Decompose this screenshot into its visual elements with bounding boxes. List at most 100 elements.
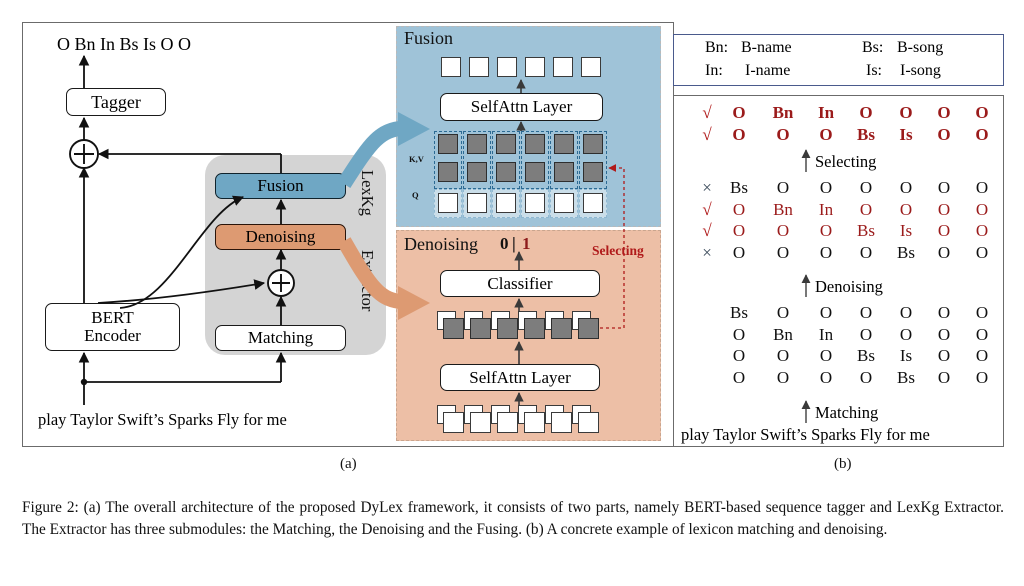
panel-b-denoised-row-cell: O bbox=[859, 178, 873, 197]
panel-b-final-row-cell: O bbox=[899, 103, 913, 122]
panel-b-denoised-row-cell: O bbox=[819, 221, 833, 240]
legend-full-isong: I-song bbox=[900, 62, 941, 79]
legend-abbr-bs: Bs: bbox=[862, 39, 884, 56]
denoising-logit-one: 1 bbox=[522, 234, 531, 253]
panel-b-final-row-mark: √ bbox=[702, 124, 712, 144]
classifier-label: Classifier bbox=[487, 273, 553, 293]
panel-b-denoised-row-mark: × bbox=[702, 242, 712, 262]
fusion-kv-square bbox=[583, 162, 603, 182]
panel-b-matched-row-cell: Bs bbox=[897, 367, 915, 387]
panel-b-denoised-row-cell: Bs bbox=[897, 242, 915, 262]
fusion-kv-square bbox=[438, 134, 458, 154]
panel-b-final-row-cell: O bbox=[732, 124, 746, 144]
panel-b-matched-row-cell: O bbox=[899, 303, 913, 322]
panel-b-denoised-row-cell: O bbox=[899, 199, 913, 219]
panel-b-denoised-row-cell: O bbox=[937, 199, 951, 219]
matching-module-box: Matching bbox=[215, 325, 346, 351]
fusion-module-box: Fusion bbox=[215, 173, 346, 199]
fusion-q-square bbox=[525, 193, 545, 213]
tagger-box: Tagger bbox=[66, 88, 166, 116]
legend-abbr-bn: Bn: bbox=[705, 39, 729, 56]
panel-b-denoised-row-cell: O bbox=[937, 221, 951, 240]
denoising-input-square-front bbox=[578, 412, 599, 433]
denoising-input-square-front bbox=[551, 412, 572, 433]
panel-b-final-row-cell: O bbox=[975, 124, 989, 144]
panel-b-denoised-row-cell: O bbox=[975, 221, 989, 240]
lexkg-label-line2: Extractor bbox=[358, 250, 377, 312]
panel-b-denoised-row-cell: Bs bbox=[730, 178, 748, 197]
fusion-panel-title: Fusion bbox=[404, 28, 454, 48]
input-sentence-a: play Taylor Swift’s Sparks Fly for me bbox=[38, 410, 287, 429]
panel-b-matched-row-cell: O bbox=[899, 324, 913, 344]
panel-b-final-row-cell: In bbox=[817, 103, 835, 122]
panel-b-denoised-row-cell: Is bbox=[899, 221, 913, 240]
fusion-output-square bbox=[553, 57, 573, 77]
panel-b-denoised-row-mark: √ bbox=[702, 199, 712, 219]
denoising-hidden-square-front bbox=[578, 318, 599, 339]
fusion-output-square bbox=[441, 57, 461, 77]
panel-b-denoised-row-cell: O bbox=[975, 199, 989, 219]
panel-b-matched-row-cell: O bbox=[937, 367, 951, 387]
fusion-kv-square bbox=[467, 134, 487, 154]
panel-b-denoised-row-mark: × bbox=[702, 178, 712, 197]
fusion-kv-square bbox=[496, 162, 516, 182]
denoising-hidden-square-front bbox=[524, 318, 545, 339]
panel-b-denoised-row-cell: O bbox=[975, 242, 989, 262]
panel-b-denoised-row-mark: √ bbox=[702, 221, 712, 240]
bert-encoder-label-line1: BERT bbox=[91, 308, 134, 328]
panel-b-denoised-row-cell: O bbox=[819, 242, 833, 262]
fusion-q-square bbox=[496, 193, 516, 213]
panel-b-matched-row-cell: O bbox=[975, 346, 989, 365]
panel-b-final-row-cell: Is bbox=[899, 124, 913, 144]
fusion-kv-square bbox=[496, 134, 516, 154]
legend-full-bname: B-name bbox=[741, 39, 792, 56]
denoising-panel-title: Denoising bbox=[404, 234, 478, 254]
bert-encoder-label-line2: Encoder bbox=[84, 326, 141, 345]
fusion-q-square bbox=[554, 193, 574, 213]
output-tag-sequence: O Bn In Bs Is O O bbox=[57, 34, 192, 54]
panel-b-matched-row-cell: O bbox=[859, 303, 873, 322]
denoising-hidden-square-front bbox=[551, 318, 572, 339]
fusion-selfattn-layer-box: SelfAttn Layer bbox=[440, 93, 603, 121]
panel-b-matched-row-cell: O bbox=[975, 324, 989, 344]
panel-b-final-row-cell: O bbox=[776, 124, 790, 144]
denoising-hidden-square-front bbox=[443, 318, 464, 339]
legend-full-bsong: B-song bbox=[897, 39, 944, 56]
panel-b-denoised-row-cell: O bbox=[776, 178, 790, 197]
denoising-input-square-front bbox=[470, 412, 491, 433]
fusion-output-square bbox=[497, 57, 517, 77]
panel-b-matched-row-cell: O bbox=[859, 324, 873, 344]
panel-b-final-row-cell: O bbox=[937, 103, 951, 122]
denoising-input-square-front bbox=[497, 412, 518, 433]
panel-b-final-row-cell: Bs bbox=[857, 124, 875, 144]
fusion-kv-square bbox=[554, 162, 574, 182]
panel-b-sublabel: (b) bbox=[834, 456, 852, 472]
panel-b-matched-row-cell: O bbox=[975, 303, 989, 322]
panel-b-final-row-cell: O bbox=[975, 103, 989, 122]
panel-a-sublabel: (a) bbox=[340, 456, 357, 472]
input-sentence-b: play Taylor Swift’s Sparks Fly for me bbox=[681, 425, 930, 444]
matching-module-label: Matching bbox=[247, 328, 314, 347]
selecting-label: Selecting bbox=[592, 243, 644, 258]
panel-b-matched-row-cell: O bbox=[819, 303, 833, 322]
denoising-logit-separator: | bbox=[512, 234, 516, 253]
panel-b-matched-row-cell: O bbox=[937, 324, 951, 344]
panel-b-matched-row-cell: O bbox=[732, 346, 746, 365]
fusion-q-square bbox=[583, 193, 603, 213]
panel-b-final-row-cell: O bbox=[859, 103, 873, 122]
fusion-q-label: Q bbox=[412, 190, 419, 200]
panel-b-denoised-row-cell: O bbox=[732, 221, 746, 240]
denoising-input-square-front bbox=[443, 412, 464, 433]
panel-b-matched-row-cell: O bbox=[937, 303, 951, 322]
fusion-module-label: Fusion bbox=[257, 176, 304, 195]
panel-b-denoised-row-cell: O bbox=[776, 242, 790, 262]
panel-b-matched-row-cell: O bbox=[732, 367, 746, 387]
panel-b-denoised-row-cell: O bbox=[859, 242, 873, 262]
fusion-output-square bbox=[581, 57, 601, 77]
classifier-box: Classifier bbox=[440, 270, 600, 297]
panel-b-matched-row-cell: In bbox=[818, 324, 834, 344]
fusion-output-square bbox=[469, 57, 489, 77]
panel-b-matched-row-cell: O bbox=[776, 346, 790, 365]
fusion-kv-label: K,V bbox=[409, 154, 424, 164]
tagger-label: Tagger bbox=[91, 91, 141, 112]
